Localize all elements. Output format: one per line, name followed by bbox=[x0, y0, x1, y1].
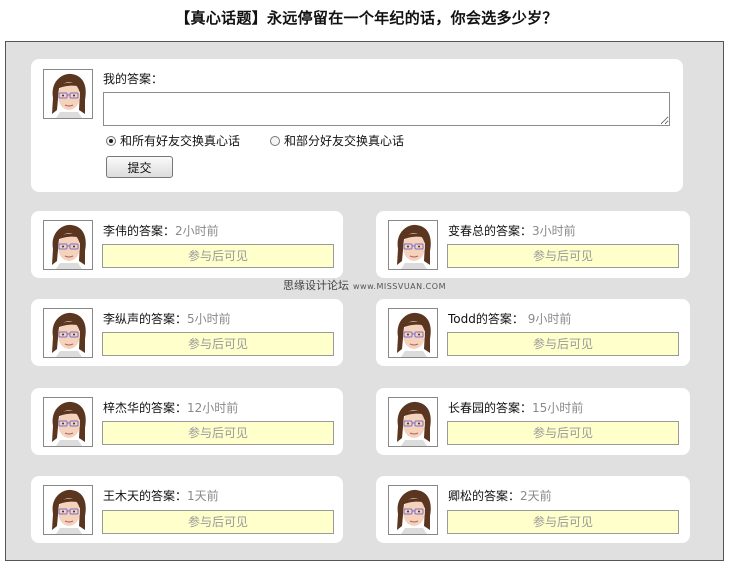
hidden-answer: 参与后可见 bbox=[447, 244, 679, 268]
topic-panel: 我的答案： 和所有好友交换真心话 和部分好友交换真心话 提交 李伟的答案：2小时… bbox=[5, 41, 724, 561]
answer-time: 9小时前 bbox=[527, 312, 572, 326]
avatar bbox=[388, 220, 438, 270]
answer-time: 3小时前 bbox=[532, 224, 576, 238]
answer-time: 5小时前 bbox=[187, 312, 231, 326]
answer-time: 12小时前 bbox=[187, 401, 239, 415]
answer-time: 1天前 bbox=[187, 489, 219, 503]
avatar-portrait-icon bbox=[44, 70, 92, 118]
avatar bbox=[388, 308, 438, 358]
answer-author: 变春总的答案：3小时前 bbox=[448, 222, 576, 239]
answer-name: 李伟的答案： bbox=[103, 224, 176, 238]
answer-time: 2小时前 bbox=[175, 224, 219, 238]
answer-name: 梓杰华的答案： bbox=[103, 401, 188, 415]
answer-author: Todd的答案： 9小时前 bbox=[448, 310, 571, 327]
option-all-friends[interactable]: 和所有好友交换真心话 bbox=[106, 132, 240, 149]
answer-author: 李纵声的答案：5小时前 bbox=[103, 310, 231, 327]
watermark: 思缘设计论坛 www.MISSVUAN.COM bbox=[283, 277, 446, 293]
answer-name: 卿松的答案： bbox=[448, 489, 521, 503]
answer-name: 李纵声的答案： bbox=[103, 312, 188, 326]
avatar-portrait-icon bbox=[44, 486, 92, 534]
answer-author: 卿松的答案：2天前 bbox=[448, 487, 552, 504]
answer-card: 李伟的答案：2小时前 参与后可见 bbox=[31, 211, 343, 278]
submit-button[interactable]: 提交 bbox=[106, 156, 173, 178]
avatar-portrait-icon bbox=[44, 398, 92, 446]
option-some-friends-label: 和部分好友交换真心话 bbox=[284, 134, 405, 148]
avatar bbox=[43, 397, 93, 447]
avatar-portrait-icon bbox=[389, 398, 437, 446]
watermark-url: www.MISSVUAN.COM bbox=[353, 282, 446, 291]
answer-card: Todd的答案： 9小时前 参与后可见 bbox=[376, 299, 690, 366]
avatar-portrait-icon bbox=[44, 221, 92, 269]
hidden-answer: 参与后可见 bbox=[102, 332, 334, 356]
option-all-friends-label: 和所有好友交换真心话 bbox=[120, 134, 241, 148]
answer-card: 李纵声的答案：5小时前 参与后可见 bbox=[31, 299, 343, 366]
radio-all-friends[interactable] bbox=[106, 135, 116, 146]
answer-card: 卿松的答案：2天前 参与后可见 bbox=[376, 476, 690, 543]
answer-author: 梓杰华的答案：12小时前 bbox=[103, 399, 238, 416]
answer-card: 长春园的答案：15小时前 参与后可见 bbox=[376, 388, 690, 455]
hidden-answer: 参与后可见 bbox=[102, 244, 334, 268]
answer-name: 长春园的答案： bbox=[448, 401, 533, 415]
avatar bbox=[388, 397, 438, 447]
hidden-answer: 参与后可见 bbox=[102, 421, 334, 445]
avatar-portrait-icon bbox=[389, 309, 437, 357]
avatar bbox=[388, 485, 438, 535]
my-avatar bbox=[43, 69, 93, 119]
avatar-portrait-icon bbox=[389, 221, 437, 269]
option-some-friends[interactable]: 和部分好友交换真心话 bbox=[270, 132, 404, 149]
avatar-portrait-icon bbox=[389, 486, 437, 534]
my-answer-input[interactable] bbox=[103, 92, 670, 126]
my-answer-card: 我的答案： 和所有好友交换真心话 和部分好友交换真心话 提交 bbox=[31, 59, 683, 192]
avatar bbox=[43, 485, 93, 535]
hidden-answer: 参与后可见 bbox=[102, 510, 334, 534]
avatar bbox=[43, 308, 93, 358]
answer-card: 变春总的答案：3小时前 参与后可见 bbox=[376, 211, 690, 278]
answer-name: Todd的答案： bbox=[448, 312, 524, 326]
answer-card: 梓杰华的答案：12小时前 参与后可见 bbox=[31, 388, 343, 455]
hidden-answer: 参与后可见 bbox=[447, 332, 679, 356]
answer-card: 王木天的答案：1天前 参与后可见 bbox=[31, 476, 343, 543]
page-title: 【真心话题】永远停留在一个年纪的话，你会选多少岁？ bbox=[175, 9, 558, 27]
hidden-answer: 参与后可见 bbox=[447, 421, 679, 445]
answer-time: 15小时前 bbox=[532, 401, 584, 415]
avatar bbox=[43, 220, 93, 270]
answer-author: 王木天的答案：1天前 bbox=[103, 487, 219, 504]
answer-author: 李伟的答案：2小时前 bbox=[103, 222, 219, 239]
answer-time: 2天前 bbox=[520, 489, 552, 503]
answer-author: 长春园的答案：15小时前 bbox=[448, 399, 583, 416]
hidden-answer: 参与后可见 bbox=[447, 510, 679, 534]
answer-name: 王木天的答案： bbox=[103, 489, 188, 503]
watermark-text: 思缘设计论坛 bbox=[283, 279, 349, 292]
avatar-portrait-icon bbox=[44, 309, 92, 357]
radio-some-friends[interactable] bbox=[270, 135, 280, 146]
answer-name: 变春总的答案： bbox=[448, 224, 533, 238]
my-answer-label: 我的答案： bbox=[103, 72, 164, 86]
